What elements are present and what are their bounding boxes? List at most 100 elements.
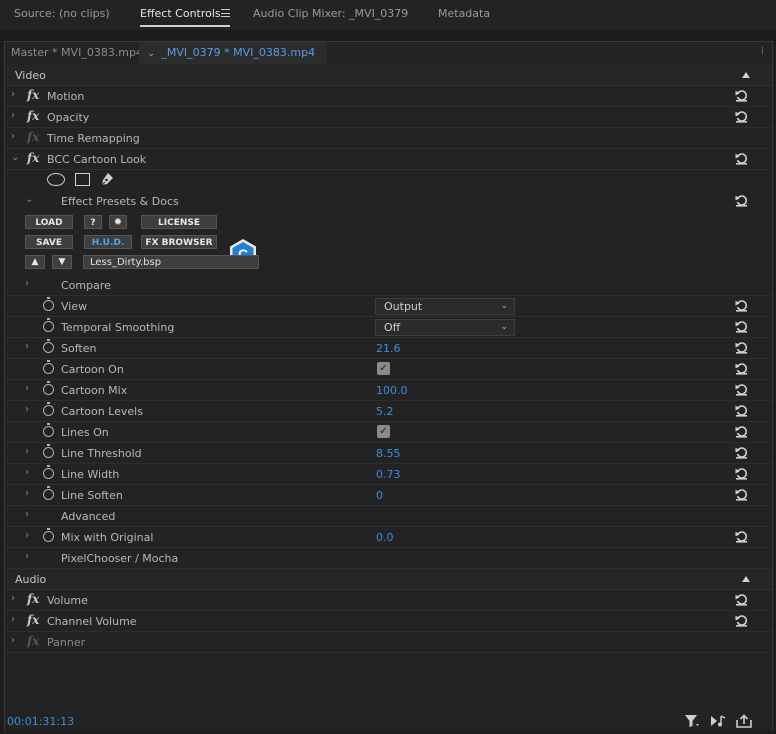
filter-icon[interactable] [684, 714, 700, 728]
param-row-line-width[interactable]: › Line Width 0.73 [5, 464, 772, 485]
preset-up-icon[interactable]: ▲ [25, 255, 45, 269]
reset-icon[interactable] [735, 152, 748, 165]
reset-icon[interactable] [735, 593, 748, 606]
view-dropdown[interactable]: Output ⌄ [375, 298, 515, 315]
reset-icon[interactable] [735, 383, 748, 396]
panel-menu-icon[interactable] [221, 9, 230, 17]
reset-icon[interactable] [735, 299, 748, 312]
reset-icon[interactable] [735, 341, 748, 354]
reset-icon[interactable] [735, 467, 748, 480]
chevron-right-icon[interactable]: › [11, 89, 15, 100]
effect-row-panner[interactable]: › fx Panner [5, 632, 772, 653]
chevron-right-icon[interactable]: › [11, 110, 15, 121]
pen-mask-icon[interactable] [99, 171, 115, 187]
fx-icon[interactable]: fx [27, 109, 39, 123]
fx-browser-button[interactable]: FX BROWSER [141, 235, 217, 249]
help-button[interactable]: ? [84, 215, 102, 229]
chevron-right-icon[interactable]: › [11, 131, 15, 142]
chevron-down-icon[interactable]: ⌄ [147, 48, 155, 59]
effect-row-opacity[interactable]: › fx Opacity [5, 107, 772, 128]
stopwatch-icon[interactable] [43, 339, 54, 353]
tab-source[interactable]: Source: (no clips) [14, 7, 110, 20]
effect-row-bcc-cartoon-look[interactable]: ⌄ fx BCC Cartoon Look [5, 149, 772, 170]
reset-icon[interactable] [735, 89, 748, 102]
stopwatch-icon[interactable] [43, 318, 54, 332]
param-row-temporal-smoothing[interactable]: Temporal Smoothing Off ⌄ [5, 317, 772, 338]
effect-row-motion[interactable]: › fx Motion [5, 86, 772, 107]
stopwatch-icon[interactable] [43, 465, 54, 479]
fx-icon[interactable]: fx [27, 613, 39, 627]
chevron-right-icon[interactable]: › [25, 530, 29, 541]
chevron-right-icon[interactable]: › [25, 488, 29, 499]
param-row-mix-with-original[interactable]: › Mix with Original 0.0 [5, 527, 772, 548]
preset-down-icon[interactable]: ▼ [52, 255, 72, 269]
reset-icon[interactable] [735, 362, 748, 375]
collapse-up-icon[interactable] [742, 576, 750, 582]
param-row-view[interactable]: View Output ⌄ [5, 296, 772, 317]
reset-icon[interactable] [735, 488, 748, 501]
param-row-line-threshold[interactable]: › Line Threshold 8.55 [5, 443, 772, 464]
settings-gear-icon[interactable]: ✹ [109, 215, 127, 229]
param-row-compare[interactable]: › Compare [5, 275, 772, 296]
save-button[interactable]: SAVE [25, 235, 73, 249]
chevron-right-icon[interactable]: › [25, 341, 29, 352]
chevron-right-icon[interactable]: › [25, 509, 29, 520]
chevron-right-icon[interactable]: › [25, 467, 29, 478]
presets-row[interactable]: ⌄ Effect Presets & Docs [5, 191, 772, 211]
param-value-mix-with-original[interactable]: 0.0 [376, 531, 394, 544]
param-row-cartoon-on[interactable]: Cartoon On ✓ [5, 359, 772, 380]
fx-icon[interactable]: fx [27, 151, 39, 165]
tab-audio-clip-mixer[interactable]: Audio Clip Mixer: _MVI_0379 [253, 7, 408, 20]
stopwatch-icon[interactable] [43, 297, 54, 311]
audio-section-header[interactable]: Audio [5, 569, 772, 590]
export-icon[interactable] [736, 714, 752, 728]
param-value-line-width[interactable]: 0.73 [376, 468, 401, 481]
temporal-smoothing-dropdown[interactable]: Off ⌄ [375, 319, 515, 336]
effect-row-channel-volume[interactable]: › fx Channel Volume [5, 611, 772, 632]
param-value-line-soften[interactable]: 0 [376, 489, 383, 502]
param-row-line-soften[interactable]: › Line Soften 0 [5, 485, 772, 506]
reset-icon[interactable] [735, 614, 748, 627]
ellipse-mask-icon[interactable] [47, 173, 65, 186]
reset-icon[interactable] [735, 320, 748, 333]
reset-icon[interactable] [735, 404, 748, 417]
chevron-down-icon[interactable]: ⌄ [25, 194, 33, 205]
reset-icon[interactable] [735, 425, 748, 438]
rectangle-mask-icon[interactable] [75, 173, 90, 186]
collapse-up-icon[interactable] [742, 72, 750, 78]
chevron-right-icon[interactable]: › [25, 383, 29, 394]
tab-effect-controls[interactable]: Effect Controls [140, 7, 221, 20]
panel-grip-icon[interactable]: ⁞ [761, 46, 764, 57]
chevron-right-icon[interactable]: › [11, 614, 15, 625]
reset-icon[interactable] [735, 110, 748, 123]
stopwatch-icon[interactable] [43, 402, 54, 416]
master-clip-tab[interactable]: Master * MVI_0383.mp4 [11, 42, 143, 64]
param-row-soften[interactable]: › Soften 21.6 [5, 338, 772, 359]
play-audio-icon[interactable] [710, 714, 726, 728]
load-button[interactable]: LOAD [25, 215, 73, 229]
param-row-cartoon-levels[interactable]: › Cartoon Levels 5.2 [5, 401, 772, 422]
lines-on-checkbox[interactable]: ✓ [377, 425, 390, 438]
chevron-right-icon[interactable]: › [25, 551, 29, 562]
param-row-pixelchooser[interactable]: › PixelChooser / Mocha [5, 548, 772, 569]
fx-icon[interactable]: fx [27, 88, 39, 102]
reset-icon[interactable] [735, 194, 748, 207]
hud-button[interactable]: H.U.D. [84, 235, 132, 249]
stopwatch-icon[interactable] [43, 444, 54, 458]
chevron-right-icon[interactable]: › [11, 635, 15, 646]
chevron-right-icon[interactable]: › [25, 278, 29, 289]
param-value-line-threshold[interactable]: 8.55 [376, 447, 401, 460]
stopwatch-icon[interactable] [43, 360, 54, 374]
stopwatch-icon[interactable] [43, 528, 54, 542]
cartoon-on-checkbox[interactable]: ✓ [377, 362, 390, 375]
timecode[interactable]: 00:01:31:13 [7, 715, 74, 728]
param-value-cartoon-levels[interactable]: 5.2 [376, 405, 394, 418]
effect-row-volume[interactable]: › fx Volume [5, 590, 772, 611]
chevron-right-icon[interactable]: › [11, 593, 15, 604]
stopwatch-icon[interactable] [43, 423, 54, 437]
param-row-lines-on[interactable]: Lines On ✓ [5, 422, 772, 443]
effect-row-time-remapping[interactable]: › fx Time Remapping [5, 128, 772, 149]
param-value-cartoon-mix[interactable]: 100.0 [376, 384, 408, 397]
chevron-down-icon[interactable]: ⌄ [11, 152, 19, 163]
chevron-right-icon[interactable]: › [25, 446, 29, 457]
